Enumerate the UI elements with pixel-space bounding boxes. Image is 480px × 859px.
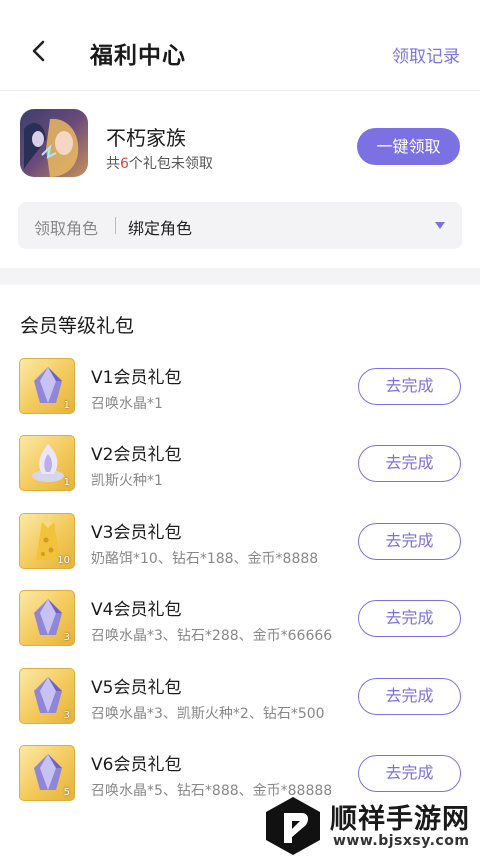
pending-count: 6 bbox=[120, 156, 129, 172]
game-name: 不朽家族 bbox=[106, 126, 186, 150]
gift-items: 召唤水晶*1 bbox=[91, 396, 163, 412]
purple-crystal-icon: 1 bbox=[19, 358, 75, 414]
gift-name: V2会员礼包 bbox=[91, 445, 182, 465]
divider bbox=[115, 217, 116, 234]
gift-name: V4会员礼包 bbox=[91, 600, 182, 620]
gift-items: 召唤水晶*3、凯斯火种*2、钻石*500 bbox=[91, 706, 325, 722]
cheese-bait-icon: 10 bbox=[19, 513, 75, 569]
watermark-name: 顺祥手游网 bbox=[330, 804, 470, 835]
gift-name: V3会员礼包 bbox=[91, 523, 182, 543]
role-value: 绑定角色 bbox=[128, 219, 193, 238]
go-complete-button[interactable]: 去完成 bbox=[358, 445, 461, 482]
gift-name: V1会员礼包 bbox=[91, 368, 182, 388]
gift-items: 凯斯火种*1 bbox=[91, 473, 163, 489]
section-title: 会员等级礼包 bbox=[20, 315, 135, 337]
purple-crystal-icon: 5 bbox=[19, 745, 75, 801]
gift-name: V5会员礼包 bbox=[91, 678, 182, 698]
go-complete-button[interactable]: 去完成 bbox=[358, 755, 461, 792]
back-arrow-icon[interactable] bbox=[24, 36, 54, 66]
role-label: 领取角色 bbox=[34, 219, 99, 238]
claim-all-button[interactable]: 一键领取 bbox=[357, 128, 460, 165]
watermark-url: www.bjsxsy.com bbox=[333, 833, 470, 849]
gift-row: 1 V2会员礼包 凯斯火种*1 去完成 bbox=[0, 435, 480, 495]
role-selector[interactable]: 领取角色 绑定角色 bbox=[18, 202, 462, 249]
purple-crystal-icon: 3 bbox=[19, 668, 75, 724]
claim-records-link[interactable]: 领取记录 bbox=[392, 42, 460, 67]
go-complete-button[interactable]: 去完成 bbox=[358, 523, 461, 560]
gift-name: V6会员礼包 bbox=[91, 755, 182, 775]
gift-items: 召唤水晶*3、钻石*288、金币*66666 bbox=[91, 628, 333, 644]
gift-row: 3 V4会员礼包 召唤水晶*3、钻石*288、金币*66666 去完成 bbox=[0, 590, 480, 650]
go-complete-button[interactable]: 去完成 bbox=[358, 678, 461, 715]
game-card: 不朽家族 共6个礼包未领取 一键领取 领取角色 绑定角色 bbox=[0, 90, 480, 268]
game-avatar bbox=[20, 109, 88, 177]
gift-row: 1 V1会员礼包 召唤水晶*1 去完成 bbox=[0, 358, 480, 418]
watermark-logo-icon bbox=[266, 797, 320, 855]
go-complete-button[interactable]: 去完成 bbox=[358, 368, 461, 405]
page-title: 福利中心 bbox=[90, 43, 186, 69]
gift-items: 奶酪饵*10、钻石*188、金币*8888 bbox=[91, 551, 319, 567]
member-gift-section: 会员等级礼包 1 V1会员礼包 召唤水晶*1 去完成 1 V2会员礼包 凯斯火种… bbox=[0, 285, 480, 859]
caret-down-icon bbox=[435, 222, 445, 229]
gift-row: 10 V3会员礼包 奶酪饵*10、钻石*188、金币*8888 去完成 bbox=[0, 513, 480, 573]
go-complete-button[interactable]: 去完成 bbox=[358, 600, 461, 637]
gift-row: 3 V5会员礼包 召唤水晶*3、凯斯火种*2、钻石*500 去完成 bbox=[0, 668, 480, 728]
flame-seed-icon: 1 bbox=[19, 435, 75, 491]
purple-crystal-icon: 3 bbox=[19, 590, 75, 646]
site-watermark: 顺祥手游网 www.bjsxsy.com bbox=[262, 793, 480, 859]
pending-gifts-text: 共6个礼包未领取 bbox=[106, 156, 213, 172]
top-bar: 福利中心 领取记录 bbox=[0, 0, 480, 90]
